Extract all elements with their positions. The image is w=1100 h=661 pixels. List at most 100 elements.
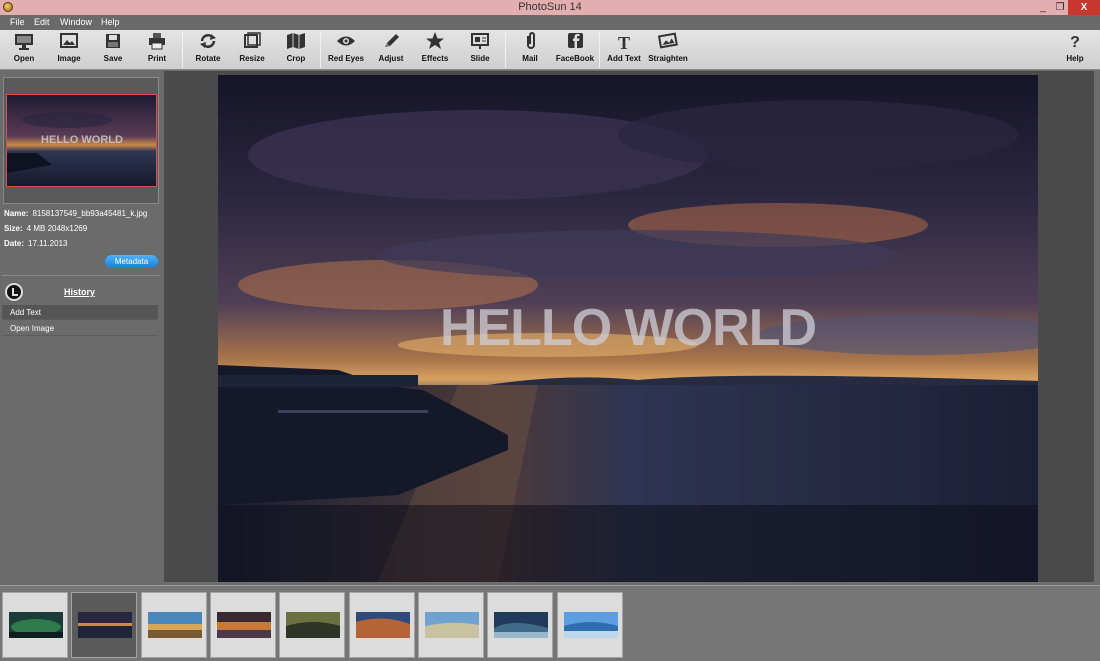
thumb-image <box>286 612 340 638</box>
name-label: Name: <box>4 209 29 218</box>
monitor-icon <box>2 32 46 54</box>
size-value: 4 MB 2048x1269 <box>26 224 88 233</box>
maximize-button[interactable]: ❐ <box>1052 0 1068 15</box>
help-button[interactable]: ? Help <box>1053 32 1097 68</box>
thumb-image <box>217 612 271 638</box>
save-button[interactable]: Save <box>91 32 135 68</box>
main-photo[interactable]: HELLO WORLD <box>218 75 1038 582</box>
filmstrip-thumb[interactable] <box>141 592 207 658</box>
adjust-button[interactable]: Adjust <box>369 32 413 68</box>
thumb-image <box>356 612 410 638</box>
file-size-row: Size: 4 MB 2048x1269 <box>4 224 87 233</box>
printer-icon <box>135 32 179 54</box>
menu-help[interactable]: Help <box>101 17 120 27</box>
rotate-label: Rotate <box>195 54 221 63</box>
file-name-row: Name: 8158137549_bb93a45481_k.jpg <box>4 209 147 218</box>
close-button[interactable]: X <box>1068 0 1100 15</box>
red-eyes-button[interactable]: Red Eyes <box>324 32 368 68</box>
resize-icon <box>230 32 274 54</box>
question-mark-icon: ? <box>1070 34 1080 51</box>
filmstrip-thumb[interactable] <box>418 592 484 658</box>
left-panel: HELLO WORLD Name: 8158137549_bb93a45481_k… <box>0 71 164 585</box>
thumb-image <box>148 612 202 638</box>
menu-window[interactable]: Window <box>60 17 92 27</box>
open-button[interactable]: Open <box>2 32 46 68</box>
filmstrip-thumb[interactable] <box>279 592 345 658</box>
minimize-button[interactable]: _ <box>1035 0 1051 15</box>
thumb-image <box>78 612 132 638</box>
rotate-icon <box>186 32 230 54</box>
straighten-button[interactable]: Straighten <box>646 32 690 68</box>
filmstrip-thumb[interactable] <box>487 592 553 658</box>
add-text-button[interactable]: T Add Text <box>602 32 646 68</box>
window-title: PhotoSun 14 <box>518 1 582 13</box>
mail-button[interactable]: Mail <box>508 32 552 68</box>
help-label: Help <box>1066 54 1084 63</box>
name-value: 8158137549_bb93a45481_k.jpg <box>32 209 148 218</box>
menu-file[interactable]: File <box>10 17 25 27</box>
history-clock-icon <box>5 283 23 301</box>
preview-frame: HELLO WORLD <box>3 77 159 204</box>
text-t-icon: T <box>617 33 630 53</box>
crop-button[interactable]: Crop <box>274 32 318 68</box>
effects-label: Effects <box>421 54 449 63</box>
thumb-image <box>425 612 479 638</box>
effects-button[interactable]: Effects <box>413 32 457 68</box>
thumb-image <box>9 612 63 638</box>
straighten-label: Straighten <box>648 54 688 63</box>
divider <box>2 275 160 276</box>
metadata-button[interactable]: Metadata <box>105 255 158 268</box>
slideshow-icon <box>458 32 502 54</box>
filmstrip-thumb[interactable] <box>2 592 68 658</box>
history-item-add-text[interactable]: Add Text <box>2 305 158 320</box>
title-bar: PhotoSun 14 _ ❐ X <box>0 0 1100 15</box>
pencil-icon <box>369 32 413 54</box>
add-text-label: Add Text <box>607 54 641 63</box>
picture-icon <box>47 32 91 54</box>
date-label: Date: <box>4 239 25 248</box>
toolbar: Open Image Save Print Rotate Resize Crop… <box>0 30 1100 70</box>
crop-map-icon <box>274 32 318 54</box>
toolbar-separator <box>182 32 183 68</box>
toolbar-separator <box>505 32 506 68</box>
menu-bar: File Edit Window Help <box>0 15 1100 30</box>
red-eyes-label: Red Eyes <box>327 54 365 63</box>
date-value: 17.11.2013 <box>28 239 68 248</box>
crop-label: Crop <box>286 54 306 63</box>
history-title[interactable]: History <box>64 287 95 297</box>
slide-button[interactable]: Slide <box>458 32 502 68</box>
toolbar-separator <box>320 32 321 68</box>
facebook-label: FaceBook <box>555 54 595 63</box>
filmstrip <box>0 585 1100 661</box>
toolbar-separator <box>599 32 600 68</box>
print-label: Print <box>147 54 167 63</box>
thumb-image <box>494 612 548 638</box>
photo-overlay-text[interactable]: HELLO WORLD <box>440 299 817 357</box>
star-icon <box>413 32 457 54</box>
mail-label: Mail <box>522 54 538 63</box>
paperclip-icon <box>508 32 552 54</box>
file-date-row: Date: 17.11.2013 <box>4 239 67 248</box>
eye-icon <box>324 32 368 54</box>
menu-edit[interactable]: Edit <box>34 17 50 27</box>
preview-thumbnail[interactable]: HELLO WORLD <box>6 94 157 187</box>
print-button[interactable]: Print <box>135 32 179 68</box>
adjust-label: Adjust <box>378 54 404 63</box>
thumb-image <box>564 612 618 638</box>
thumbnail-overlay-text: HELLO WORLD <box>41 134 123 146</box>
rotate-button[interactable]: Rotate <box>186 32 230 68</box>
filmstrip-thumb[interactable] <box>349 592 415 658</box>
filmstrip-thumb-selected[interactable] <box>71 592 137 658</box>
image-canvas: HELLO WORLD <box>164 71 1094 582</box>
image-button[interactable]: Image <box>47 32 91 68</box>
history-item-open-image[interactable]: Open Image <box>2 321 158 336</box>
facebook-icon <box>553 32 597 54</box>
filmstrip-thumb[interactable] <box>210 592 276 658</box>
open-label: Open <box>13 54 35 63</box>
filmstrip-thumb[interactable] <box>557 592 623 658</box>
resize-button[interactable]: Resize <box>230 32 274 68</box>
disk-icon <box>91 32 135 54</box>
straighten-icon <box>646 32 690 54</box>
slide-label: Slide <box>470 54 490 63</box>
facebook-button[interactable]: FaceBook <box>553 32 597 68</box>
